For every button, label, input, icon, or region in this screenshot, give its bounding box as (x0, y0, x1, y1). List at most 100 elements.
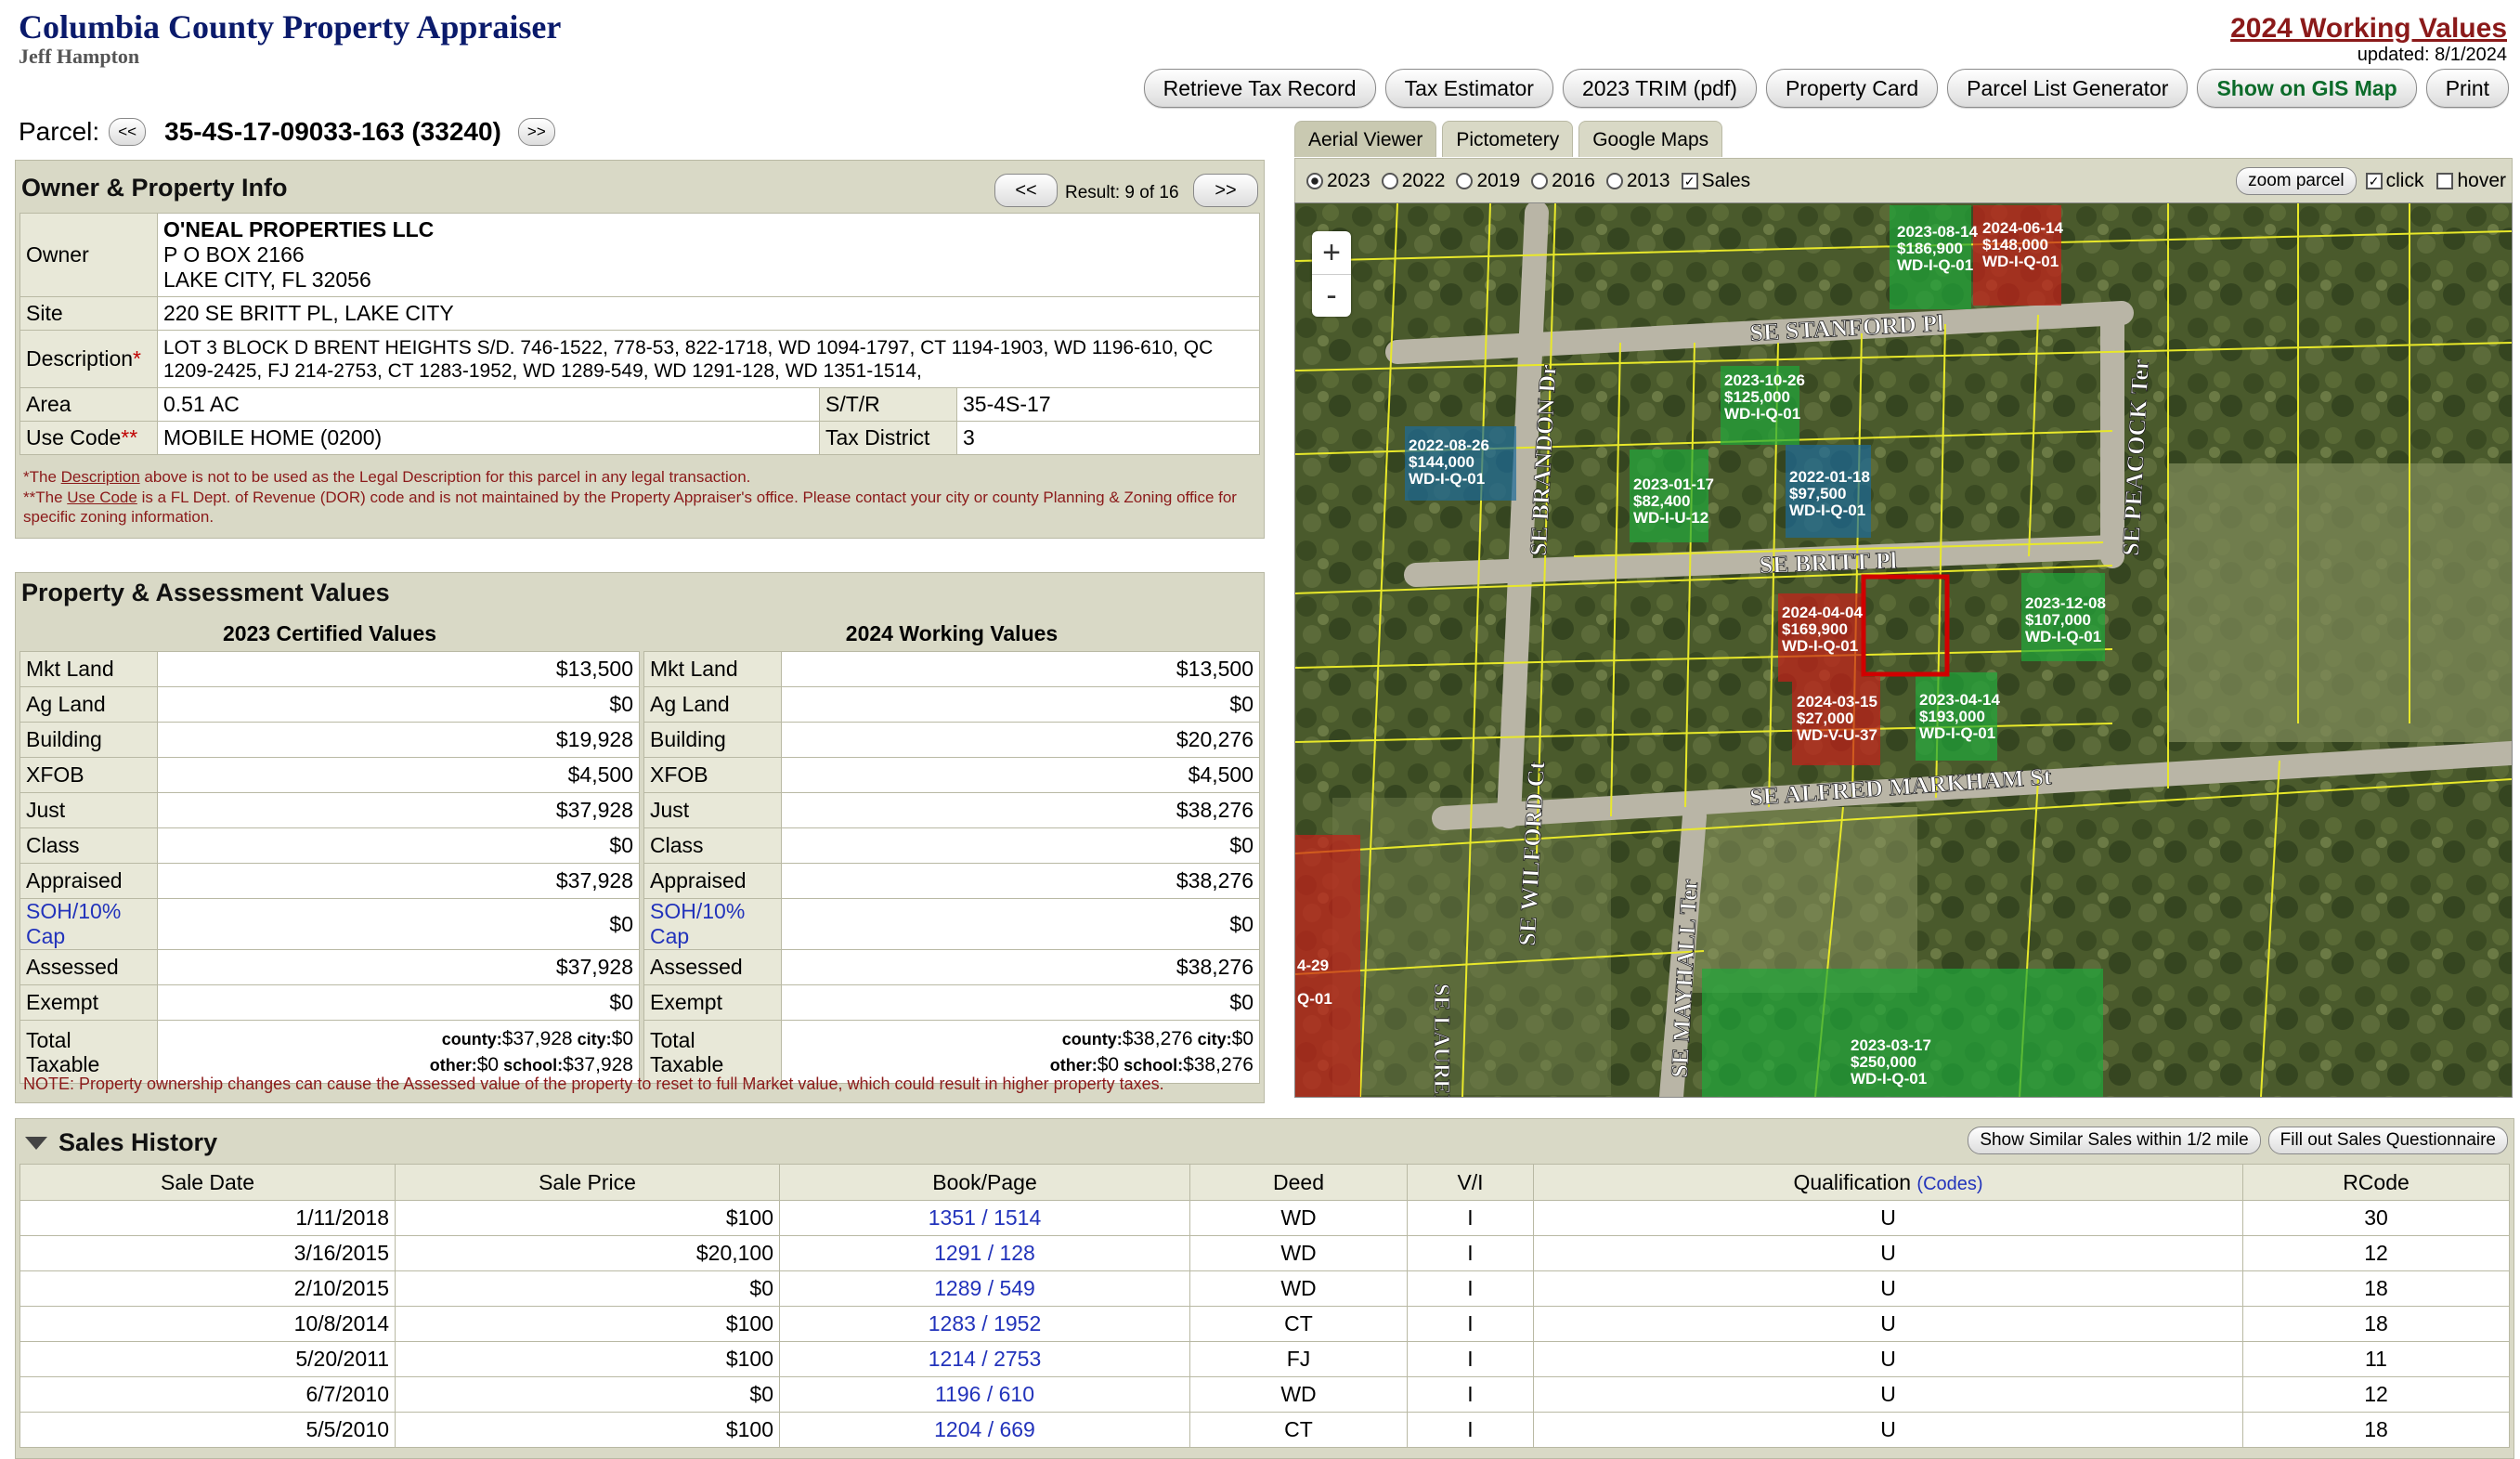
zoom-in-button[interactable]: + (1312, 231, 1351, 275)
site-address: 220 SE BRITT PL, LAKE CITY (157, 296, 1260, 331)
value-label: Exempt (643, 984, 782, 1021)
value-label: Assessed (643, 949, 782, 985)
svg-text:2023-10-26: 2023-10-26 (1724, 371, 1805, 389)
codes-link[interactable]: (Codes) (1916, 1174, 1982, 1194)
parcel-prev-button[interactable]: << (109, 118, 147, 146)
sale-date: 3/16/2015 (19, 1235, 396, 1271)
working-value: $13,500 (781, 651, 1260, 687)
value-label: Class (19, 827, 158, 864)
svg-text:$82,400: $82,400 (1633, 492, 1690, 510)
aerial-map[interactable]: 2023-08-14 $186,900 WD-I-Q-01 2024-06-14 $1… (1294, 202, 2513, 1098)
year-2019-radio[interactable]: 2019 (1456, 170, 1520, 192)
sale-date: 2/10/2015 (19, 1270, 396, 1307)
area-value: 0.51 AC (157, 387, 820, 422)
owner-address-2: LAKE CITY, FL 32056 (163, 267, 371, 292)
sales-checkbox[interactable]: ✓ Sales (1681, 170, 1750, 192)
tab-aerial-viewer[interactable]: Aerial Viewer (1294, 121, 1437, 157)
value-row: Mkt Land $13,500 (643, 651, 1260, 687)
working-value: $38,276 (781, 863, 1260, 899)
trim-pdf-button[interactable]: 2023 TRIM (pdf) (1562, 69, 1757, 108)
tax-estimator-button[interactable]: Tax Estimator (1384, 69, 1553, 108)
svg-text:WD-I-Q-01: WD-I-Q-01 (1782, 637, 1858, 655)
working-values-table: 2024 Working Values Mkt Land $13,500 Ag La… (643, 616, 1260, 1084)
year-2023-radio[interactable]: 2023 (1306, 170, 1370, 192)
use-code-link[interactable]: Use Code (67, 489, 137, 506)
certified-value: $37,928 (157, 863, 640, 899)
result-prev-button[interactable]: << (994, 174, 1058, 207)
sales-questionnaire-button[interactable]: Fill out Sales Questionnaire (2267, 1127, 2508, 1154)
sales-history-header[interactable]: Sales History (25, 1128, 217, 1157)
value-label: Ag Land (643, 686, 782, 723)
svg-text:WD-I-Q-01: WD-I-Q-01 (1789, 502, 1865, 519)
col-sale-date: Sale Date (19, 1164, 396, 1201)
value-label: Mkt Land (643, 651, 782, 687)
table-row: 2/10/2015 $0 1289 / 549 WD I U 18 (19, 1270, 2510, 1307)
hover-checkbox[interactable]: hover (2436, 170, 2506, 192)
book-page-link[interactable]: 1196 / 610 (779, 1376, 1190, 1413)
book-page-link[interactable]: 1351 / 1514 (779, 1200, 1190, 1236)
zoom-parcel-button[interactable]: zoom parcel (2236, 167, 2357, 195)
values-panel-title: Property & Assessment Values (21, 579, 390, 606)
value-row: XFOB $4,500 (19, 757, 640, 793)
certified-value: $0 (157, 827, 640, 864)
vacant-improved: I (1407, 1200, 1534, 1236)
book-page-link[interactable]: 1289 / 549 (779, 1270, 1190, 1307)
zoom-out-button[interactable]: - (1312, 275, 1351, 316)
sale-price: $100 (395, 1412, 780, 1448)
use-code-value: MOBILE HOME (0200) (157, 421, 820, 455)
retrieve-tax-record-button[interactable]: Retrieve Tax Record (1143, 69, 1376, 108)
deed-type: WD (1189, 1235, 1408, 1271)
site-title: Columbia County Property Appraiser (19, 8, 562, 46)
qualification: U (1533, 1376, 2243, 1413)
description-link[interactable]: Description (61, 468, 140, 486)
sale-price: $100 (395, 1200, 780, 1236)
year-2013-radio[interactable]: 2013 (1605, 170, 1670, 192)
property-card-button[interactable]: Property Card (1765, 69, 1939, 108)
year-2016-radio[interactable]: 2016 (1531, 170, 1595, 192)
owner-label: Owner (19, 213, 158, 297)
deed-type: CT (1189, 1306, 1408, 1342)
svg-text:WD-I-Q-01: WD-I-Q-01 (1409, 470, 1485, 488)
similar-sales-button[interactable]: Show Similar Sales within 1/2 mile (1968, 1127, 2261, 1154)
book-page-link[interactable]: 1291 / 128 (779, 1235, 1190, 1271)
collapse-triangle-icon[interactable] (25, 1136, 47, 1150)
toolbar: Retrieve Tax Record Tax Estimator 2023 T… (1143, 69, 2509, 108)
value-row: Building $20,276 (643, 722, 1260, 758)
year-2022-radio[interactable]: 2022 (1381, 170, 1445, 192)
parcel-list-generator-button[interactable]: Parcel List Generator (1947, 69, 2189, 108)
click-checkbox[interactable]: ✓ click (2365, 170, 2423, 192)
owner-panel-title: Owner & Property Info (21, 174, 288, 202)
svg-text:$148,000: $148,000 (1982, 236, 2048, 254)
owner-row: Owner O'NEAL PROPERTIES LLC P O BOX 2166… (19, 213, 1260, 297)
show-on-gis-map-button[interactable]: Show on GIS Map (2197, 69, 2417, 108)
tax-district-label: Tax District (819, 421, 957, 455)
parcel-next-button[interactable]: >> (517, 118, 555, 146)
print-button[interactable]: Print (2425, 69, 2509, 108)
qualification: U (1533, 1270, 2243, 1307)
soh-cap-link[interactable]: SOH/10% Cap (643, 898, 782, 950)
col-deed: Deed (1189, 1164, 1408, 1201)
book-page-link[interactable]: 1204 / 669 (779, 1412, 1190, 1448)
soh-cap-link[interactable]: SOH/10% Cap (19, 898, 158, 950)
book-page-link[interactable]: 1283 / 1952 (779, 1306, 1190, 1342)
sales-history-title: Sales History (58, 1128, 218, 1156)
result-next-button[interactable]: >> (1193, 174, 1258, 207)
map-canvas[interactable]: 2023-08-14$186,900WD-I-Q-01 2024-06-14$1… (1295, 203, 2512, 1097)
certified-values-rows: Mkt Land $13,500 Ag Land $0 Building $19,928 X… (19, 651, 640, 1021)
value-row: Exempt $0 (19, 984, 640, 1021)
tab-pictometery[interactable]: Pictometery (1442, 121, 1574, 157)
svg-text:$144,000: $144,000 (1409, 453, 1474, 471)
value-row: Ag Land $0 (19, 686, 640, 723)
str-label: S/T/R (819, 387, 957, 422)
svg-text:2024-06-14: 2024-06-14 (1982, 219, 2064, 237)
value-label: Appraised (643, 863, 782, 899)
description-row: Description* LOT 3 BLOCK D BRENT HEIGHTS… (19, 330, 1260, 388)
description-disclaimer: *The Description above is not to be used… (23, 468, 751, 486)
value-label: Just (643, 792, 782, 828)
tab-google-maps[interactable]: Google Maps (1578, 121, 1723, 157)
working-values-link[interactable]: 2024 Working Values (2230, 13, 2507, 45)
street-label: SE LAURENCE Ct (1429, 984, 1453, 1097)
svg-text:WD-V-U-37: WD-V-U-37 (1797, 726, 1877, 744)
certified-values-table: 2023 Certified Values Mkt Land $13,500 Ag … (19, 616, 640, 1084)
book-page-link[interactable]: 1214 / 2753 (779, 1341, 1190, 1377)
